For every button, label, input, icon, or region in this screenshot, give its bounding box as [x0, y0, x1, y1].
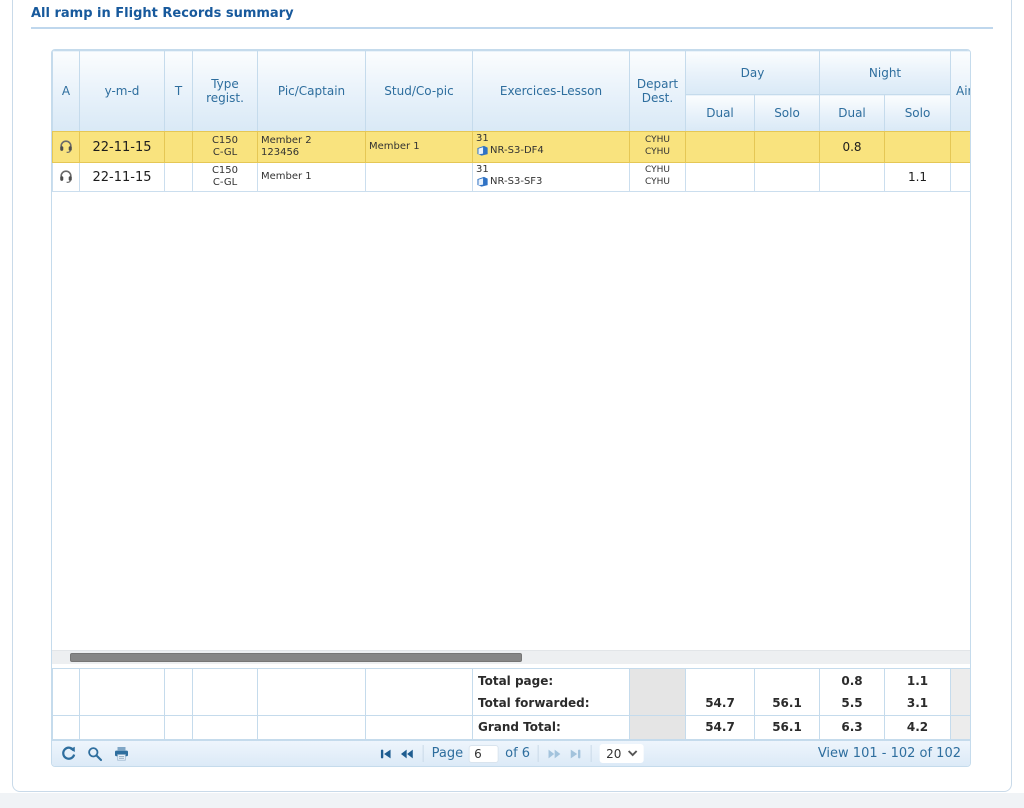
- page-of-label: of 6: [505, 746, 530, 761]
- grid-header: A y-m-d T Type regist. Pic/Captain Stud/…: [52, 50, 970, 131]
- column-header-stud[interactable]: Stud/Co-pic: [366, 51, 473, 132]
- headset-icon: [59, 169, 73, 183]
- next-page-button[interactable]: [547, 747, 563, 761]
- cell-air: [951, 163, 971, 192]
- cell-t: [165, 132, 193, 163]
- horizontal-scrollbar[interactable]: [52, 650, 970, 664]
- pager-divider: [591, 745, 592, 762]
- cell-night-dual: [820, 163, 885, 192]
- cell-air: [951, 132, 971, 163]
- title-divider: [31, 27, 993, 29]
- lesson-code: NR-S3-SF3: [490, 176, 542, 188]
- cell-stud: [366, 163, 473, 192]
- footer-row-total-forwarded: Total forwarded: 54.7 56.1 5.5 3.1: [53, 692, 972, 715]
- column-header-day-solo[interactable]: Solo: [755, 95, 820, 132]
- footer-row-total-page: Total page: 0.8 1.1: [53, 669, 972, 692]
- grid-footer: Total page: 0.8 1.1 Total forwarded: 54.…: [52, 668, 970, 740]
- pager-divider: [538, 745, 539, 762]
- lesson-book-icon: [476, 145, 489, 156]
- column-group-day: Day: [686, 51, 820, 95]
- column-header-a[interactable]: A: [53, 51, 80, 132]
- chevron-down-icon: [627, 750, 637, 757]
- column-header-exercise[interactable]: Exercices-Lesson: [473, 51, 630, 132]
- page-label: Page: [432, 746, 463, 761]
- page-size-value: 20: [606, 747, 621, 761]
- column-header-date[interactable]: y-m-d: [80, 51, 165, 132]
- cell-day-solo: [755, 163, 820, 192]
- cell-exercise: 31 NR-S3-SF3: [473, 163, 630, 192]
- cell-pic: Member 1: [258, 163, 366, 192]
- cell-stud: Member 1: [366, 132, 473, 163]
- grid-body: 22-11-15 C150C-GL Member 2123456 Member …: [52, 131, 970, 650]
- cell-night-solo: 1.1: [885, 163, 951, 192]
- column-header-night-dual[interactable]: Dual: [820, 95, 885, 132]
- column-header-pic[interactable]: Pic/Captain: [258, 51, 366, 132]
- cell-t: [165, 163, 193, 192]
- table-row[interactable]: 22-11-15 C150C-GL Member 1 31 NR-S3-SF3 …: [53, 163, 971, 192]
- page-background-strip: [0, 793, 1024, 808]
- prev-page-button[interactable]: [399, 747, 415, 761]
- cell-depart: CYHUCYHU: [630, 132, 686, 163]
- column-group-night: Night: [820, 51, 951, 95]
- view-range-text: View 101 - 102 of 102: [818, 746, 970, 761]
- cell-type: C150C-GL: [193, 132, 258, 163]
- cell-date: 22-11-15: [80, 163, 165, 192]
- search-icon[interactable]: [87, 746, 103, 762]
- cell-night-solo: [885, 132, 951, 163]
- pager-divider: [423, 745, 424, 762]
- headset-icon: [59, 139, 73, 153]
- cell-day-dual: [686, 132, 755, 163]
- last-page-button[interactable]: [569, 747, 583, 761]
- cell-day-dual: [686, 163, 755, 192]
- footer-label: Total forwarded:: [473, 692, 630, 715]
- cell-night-dual: 0.8: [820, 132, 885, 163]
- flight-records-grid: A y-m-d T Type regist. Pic/Captain Stud/…: [51, 49, 971, 767]
- column-header-depart[interactable]: Depart Dest.: [630, 51, 686, 132]
- column-header-night-solo[interactable]: Solo: [885, 95, 951, 132]
- column-header-air[interactable]: Air: [951, 51, 970, 132]
- column-header-type[interactable]: Type regist.: [193, 51, 258, 132]
- cell-day-solo: [755, 132, 820, 163]
- lesson-code: NR-S3-DF4: [490, 145, 544, 157]
- exercise-number: 31: [476, 133, 626, 145]
- cell-type: C150C-GL: [193, 163, 258, 192]
- table-row-selected[interactable]: 22-11-15 C150C-GL Member 2123456 Member …: [53, 132, 971, 163]
- content-panel: All ramp in Flight Records summary A y-m…: [12, 0, 1012, 792]
- lesson-book-icon: [476, 176, 489, 187]
- cell-exercise: 31 NR-S3-DF4: [473, 132, 630, 163]
- horizontal-scrollbar-thumb[interactable]: [70, 653, 522, 662]
- footer-label: Grand Total:: [473, 715, 630, 739]
- page-input[interactable]: [469, 745, 499, 763]
- page-size-select[interactable]: 20: [600, 744, 643, 763]
- pager: Page of 6 20 View 101 - 102 of 102: [52, 740, 970, 766]
- print-icon[interactable]: [113, 746, 130, 762]
- cell-date: 22-11-15: [80, 132, 165, 163]
- footer-row-grand-total: Grand Total: 54.7 56.1 6.3 4.2: [53, 715, 972, 739]
- column-header-t[interactable]: T: [165, 51, 193, 132]
- footer-label: Total page:: [473, 669, 630, 692]
- exercise-number: 31: [476, 164, 626, 176]
- cell-pic: Member 2123456: [258, 132, 366, 163]
- column-header-day-dual[interactable]: Dual: [686, 95, 755, 132]
- refresh-icon[interactable]: [60, 745, 77, 762]
- cell-depart: CYHUCYHU: [630, 163, 686, 192]
- first-page-button[interactable]: [379, 747, 393, 761]
- page-title: All ramp in Flight Records summary: [31, 6, 294, 21]
